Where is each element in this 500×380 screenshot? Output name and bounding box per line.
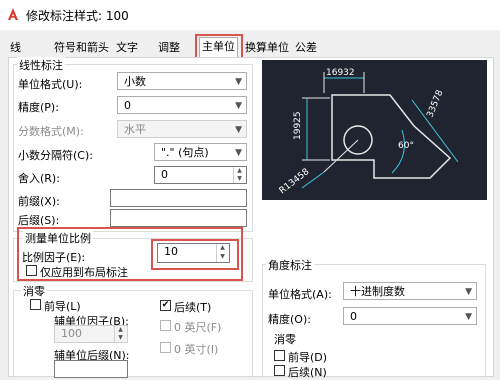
spin-up-icon[interactable]: ▲ bbox=[115, 326, 126, 334]
autocad-logo-icon bbox=[6, 7, 20, 21]
prefix-input[interactable] bbox=[110, 189, 247, 207]
sub-units-factor-value: 100 bbox=[61, 327, 82, 340]
angular-group-title: 角度标注 bbox=[266, 257, 314, 273]
unit-format-value: 小数 bbox=[124, 75, 146, 88]
angular-precision-label: 精度(O): bbox=[268, 313, 311, 326]
leading-zero-checkbox[interactable] bbox=[30, 299, 41, 310]
chevron-down-icon: ▼ bbox=[235, 77, 242, 87]
angular-zero-title: 消零 bbox=[272, 331, 298, 347]
linear-group-title: 线性标注 bbox=[17, 57, 65, 73]
suffix-input[interactable] bbox=[110, 209, 247, 227]
suffix-label: 后缀(S): bbox=[18, 214, 60, 227]
prefix-label: 前缀(X): bbox=[18, 195, 60, 208]
tab-strip: 线 符号和箭头 文字 调整 主单位 换算单位 公差 bbox=[0, 37, 500, 58]
angular-unit-format-value: 十进制度数 bbox=[350, 285, 405, 298]
unit-format-label: 单位格式(U): bbox=[18, 78, 83, 91]
chevron-down-icon: ▼ bbox=[235, 148, 242, 158]
round-off-value: 0 bbox=[161, 168, 168, 181]
highlight-box-scale-factor bbox=[151, 239, 239, 270]
zero-suppression-title: 消零 bbox=[21, 283, 47, 299]
leading-zero-label: 前导(L) bbox=[44, 300, 81, 313]
chevron-down-icon: ▼ bbox=[465, 287, 472, 297]
unit-format-select[interactable]: 小数 ▼ bbox=[117, 72, 247, 90]
zero-inches-checkbox[interactable] bbox=[160, 342, 171, 353]
sub-units-factor-input[interactable]: 100 ▲ ▼ bbox=[54, 325, 128, 343]
chevron-down-icon: ▼ bbox=[235, 125, 242, 135]
angular-leading-checkbox[interactable] bbox=[274, 350, 285, 361]
angular-trailing-checkbox[interactable] bbox=[274, 365, 285, 376]
preview-dim-angle: 60° bbox=[398, 141, 414, 151]
fraction-format-select[interactable]: 水平 ▼ bbox=[117, 120, 247, 138]
angular-precision-value: 0 bbox=[350, 310, 357, 323]
precision-label: 精度(P): bbox=[18, 101, 59, 114]
tab-fit[interactable]: 调整 bbox=[158, 39, 180, 56]
tab-tolerances[interactable]: 公差 bbox=[295, 39, 317, 56]
round-off-spinner[interactable]: ▲ ▼ bbox=[233, 167, 245, 183]
zero-feet-checkbox[interactable] bbox=[160, 320, 171, 331]
angular-precision-select[interactable]: 0 ▼ bbox=[343, 307, 477, 325]
tab-symbols-arrows[interactable]: 符号和箭头 bbox=[54, 39, 109, 56]
dimension-preview: 16932 19925 33578 60° R13458 bbox=[262, 60, 487, 200]
trailing-zero-checkbox[interactable]: ✔ bbox=[160, 300, 171, 311]
tab-alternate-units[interactable]: 换算单位 bbox=[245, 39, 289, 56]
spin-up-icon[interactable]: ▲ bbox=[234, 167, 245, 175]
sub-units-factor-spinner[interactable]: ▲ ▼ bbox=[114, 326, 126, 342]
chevron-down-icon: ▼ bbox=[235, 101, 242, 111]
tab-text[interactable]: 文字 bbox=[116, 39, 138, 56]
angular-unit-format-select[interactable]: 十进制度数 ▼ bbox=[343, 282, 477, 300]
zero-inches-label: 0 英寸(I) bbox=[174, 343, 219, 356]
spin-down-icon[interactable]: ▼ bbox=[115, 334, 126, 342]
angular-unit-format-label: 单位格式(A): bbox=[268, 288, 332, 301]
fraction-format-value: 水平 bbox=[124, 123, 146, 136]
trailing-zero-label: 后续(T) bbox=[174, 301, 212, 314]
zero-feet-label: 0 英尺(F) bbox=[174, 321, 222, 334]
decimal-separator-label: 小数分隔符(C): bbox=[18, 149, 93, 162]
window-title: 修改标注样式: 100 bbox=[26, 9, 129, 23]
sub-units-suffix-input[interactable] bbox=[54, 360, 128, 378]
round-off-input[interactable]: 0 ▲ ▼ bbox=[154, 166, 247, 184]
angular-leading-label: 前导(D) bbox=[288, 351, 328, 364]
fraction-format-label: 分数格式(M): bbox=[18, 125, 84, 138]
preview-dim-left: 19925 bbox=[293, 111, 303, 140]
round-off-label: 舍入(R): bbox=[18, 172, 60, 185]
preview-dim-top: 16932 bbox=[326, 68, 355, 78]
precision-value: 0 bbox=[124, 99, 131, 112]
tab-lines[interactable]: 线 bbox=[10, 39, 21, 56]
precision-select[interactable]: 0 ▼ bbox=[117, 96, 247, 114]
decimal-separator-value: "." (句点) bbox=[161, 146, 209, 159]
chevron-down-icon: ▼ bbox=[465, 312, 472, 322]
decimal-separator-select[interactable]: "." (句点) ▼ bbox=[154, 143, 247, 161]
spin-down-icon[interactable]: ▼ bbox=[234, 175, 245, 183]
